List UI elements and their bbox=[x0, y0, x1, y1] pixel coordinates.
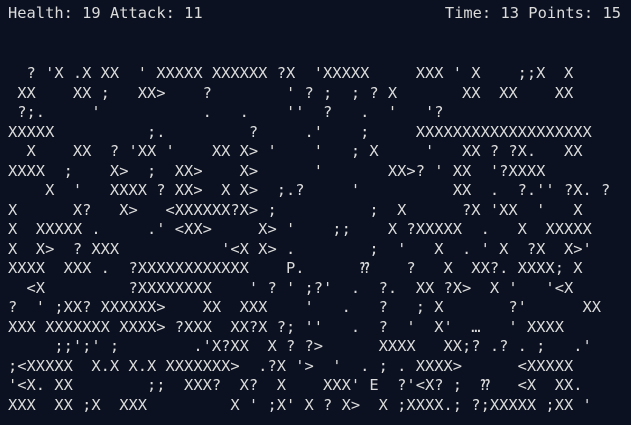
map-row: X XXXXX . .' <XX> X> ' ;; X ?XXXXX . X X… bbox=[8, 220, 592, 238]
map-row: ?;. ' . . '' ? . ' '? bbox=[8, 103, 444, 121]
map-row: X X> ? XXX '<X X> . ; ' X . ' X ?X X>' bbox=[8, 239, 592, 258]
attack-value: 11 bbox=[184, 4, 203, 22]
points-label: Points: bbox=[528, 4, 594, 22]
map-row: '<X. XX ;; XXX? X? X XXX' E ?'<X? ; ⁇ <X… bbox=[8, 376, 583, 394]
map-row: <X ?XXXXXXXX ' ? ' ;?' . ?. XX ?X> X ' '… bbox=[8, 278, 574, 297]
attack-label: Attack: bbox=[109, 4, 175, 22]
map-row: XXXX XXX . ?XXXXXXXXXXXX P. ⁇ ? X XX?. X… bbox=[8, 259, 583, 277]
game-screen: Health: 19 Attack: 11 Time: 13 Points: 1… bbox=[0, 0, 631, 425]
map-row: X X? X> <XXXXXX?X> ; ; X ?X 'XX ' X bbox=[8, 200, 583, 219]
map-row: XXXX ; X> ; XX> X> ' XX>? ' XX '?XXXX bbox=[8, 161, 546, 180]
health-label: Health: bbox=[8, 4, 73, 22]
map-row: ;<XXXXX X.X X.X XXXXXXX> .?X '> ' . ; . … bbox=[8, 356, 574, 375]
map-row: X XX ? 'XX ' XX X> ' ' ; X ' XX ? ?X. XX bbox=[8, 142, 583, 160]
map-row: XXX XX ;X XXX X ' ;X' X ? X> X ;XXXX.; ?… bbox=[8, 395, 592, 414]
map-row: XXXXX ;. ? .' ; XXXXXXXXXXXXXXXXXXX bbox=[8, 122, 592, 141]
game-map: ? 'X .X XX ' XXXXX XXXXXX ?X 'XXXXX XXX … bbox=[8, 64, 631, 415]
hud-right: Time: 13 Points: 15 bbox=[445, 3, 621, 23]
map-row: ? 'X .X XX ' XXXXX XXXXXX ?X 'XXXXX XXX … bbox=[8, 64, 574, 82]
map-row: XX XX ; XX> ? ' ? ; ; ? X XX XX XX bbox=[8, 83, 574, 102]
map-row: ;;';' ; .'X?XX X ? ?> XXXX XX;? .? . ; .… bbox=[8, 337, 592, 355]
hud-left: Health: 19 Attack: 11 bbox=[8, 3, 203, 23]
map-row: XXX XXXXXXX XXXX> ?XXX XX?X ?; '' . ? ' … bbox=[8, 317, 564, 336]
health-value: 19 bbox=[82, 4, 101, 22]
time-value: 13 bbox=[500, 4, 520, 22]
time-label: Time: bbox=[444, 4, 492, 22]
map-row: X ' XXXX ? XX> X X> ;.? ' XX . ?.'' ?X. … bbox=[8, 181, 611, 199]
points-value: 15 bbox=[602, 4, 621, 22]
map-row: ? ' ;XX? XXXXXX> XX XXX ' . ? ; X ?' XX bbox=[8, 298, 602, 316]
